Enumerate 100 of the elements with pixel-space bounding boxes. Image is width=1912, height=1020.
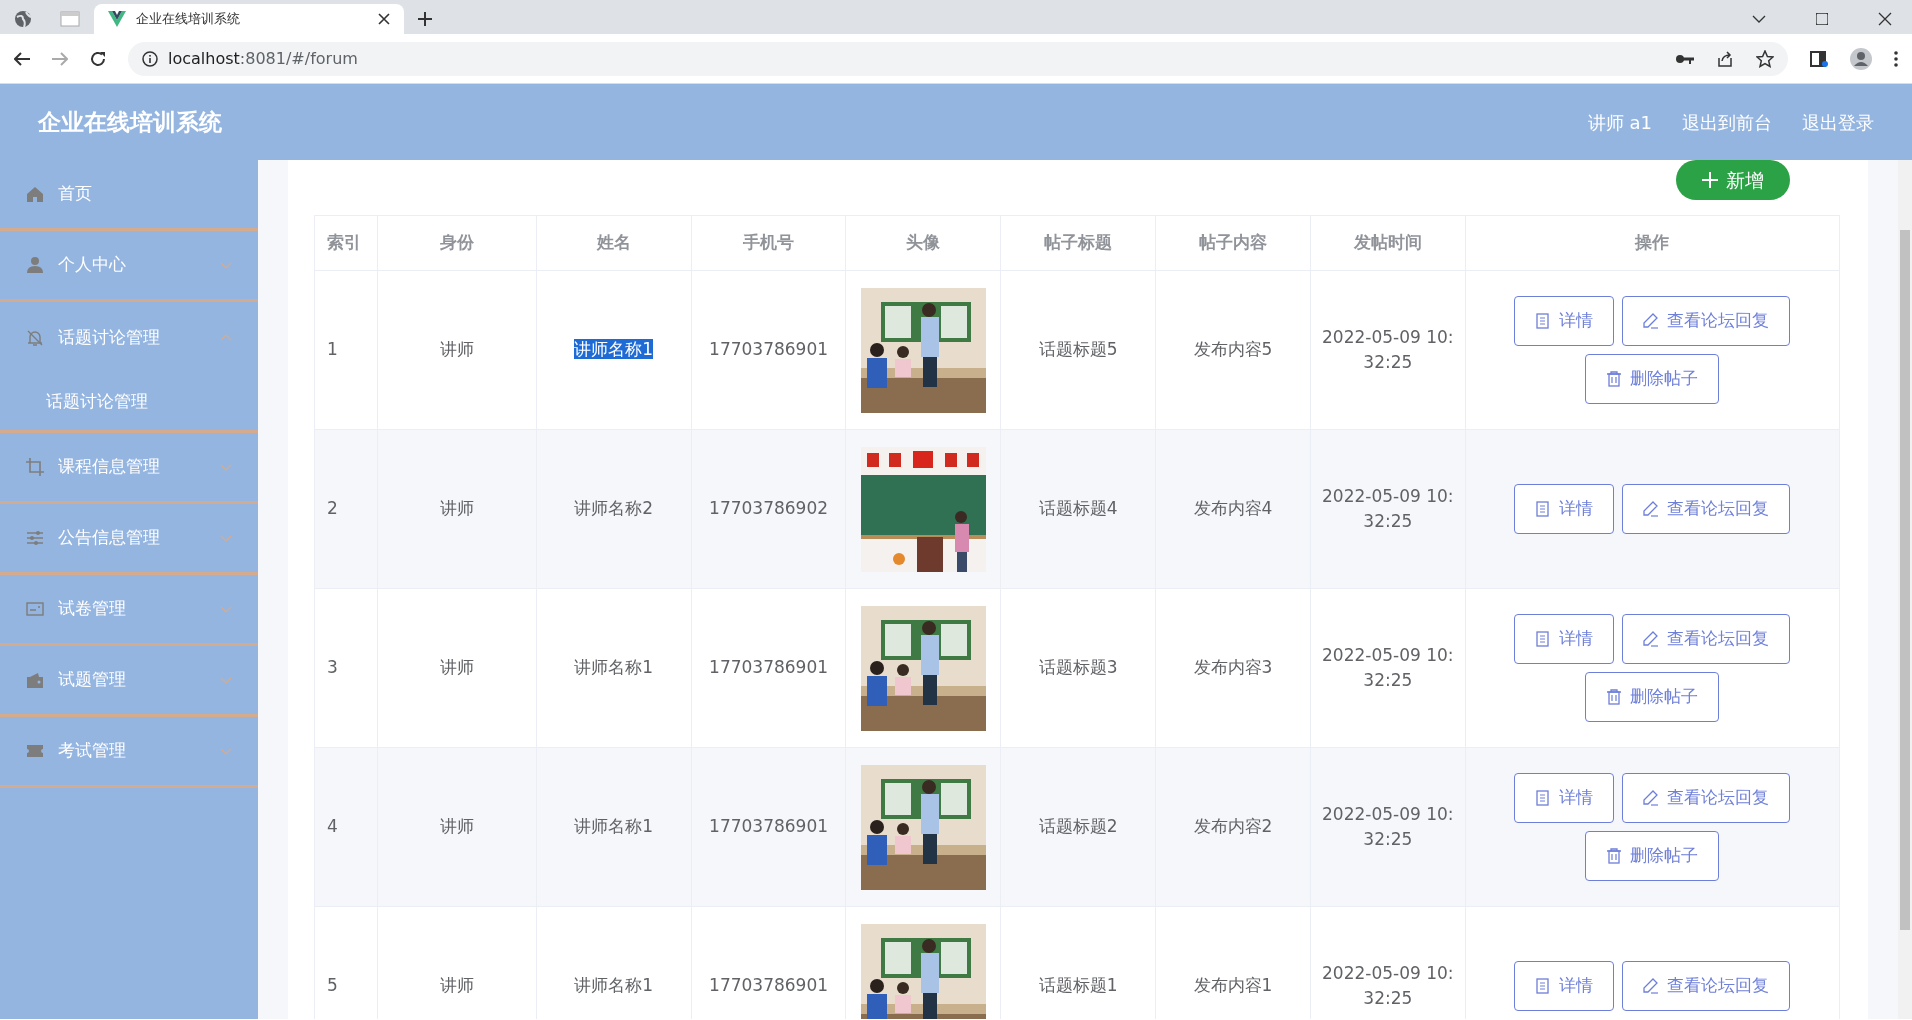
column-header: 操作 — [1465, 215, 1840, 271]
view-replies-button[interactable]: 查看论坛回复 — [1622, 296, 1791, 346]
view-replies-button[interactable]: 查看论坛回复 — [1622, 961, 1791, 1011]
table-cell: 17703786901 — [691, 747, 846, 907]
details-button[interactable]: 详情 — [1514, 961, 1615, 1011]
trash-icon — [1606, 371, 1623, 387]
table-cell: 话题标题5 — [1000, 270, 1156, 430]
header-link[interactable]: 退出到前台 — [1682, 108, 1772, 136]
wallet-icon — [26, 671, 44, 689]
pencil-icon — [1643, 790, 1660, 806]
details-button[interactable]: 详情 — [1514, 484, 1615, 534]
forward-icon — [52, 51, 68, 66]
header-link[interactable]: 讲师 a1 — [1587, 108, 1652, 136]
tab-title: 企业在线培训系统 — [136, 10, 241, 29]
table-cell: 2 — [314, 429, 378, 589]
profile-icon[interactable] — [1850, 47, 1872, 70]
pencil-icon — [1643, 631, 1660, 647]
close-icon[interactable] — [1878, 12, 1892, 26]
pencil-icon — [1643, 313, 1660, 329]
table-cell: 讲师 — [377, 270, 537, 430]
browser-tab[interactable]: 企业在线培训系统 — [94, 4, 404, 34]
id-card-icon — [26, 600, 44, 618]
delete-button[interactable]: 删除帖子 — [1585, 672, 1720, 722]
column-header: 帖子内容 — [1155, 215, 1311, 271]
minimize-icon[interactable] — [1816, 13, 1828, 25]
person-icon — [26, 256, 44, 274]
sidebar-icon[interactable] — [1810, 50, 1828, 67]
document-icon — [1535, 790, 1552, 806]
sliders-icon — [26, 529, 44, 547]
pencil-icon — [1643, 501, 1660, 517]
table-cell: 发布内容2 — [1155, 747, 1311, 907]
page-icon — [60, 11, 80, 27]
table-cell: 话题标题3 — [1000, 588, 1156, 748]
table-cell: 讲师名称1 — [536, 588, 692, 748]
document-icon — [1535, 501, 1552, 517]
time-text: 2022-05-09 10:32:25 — [1321, 802, 1454, 851]
view-replies-button[interactable]: 查看论坛回复 — [1622, 773, 1791, 823]
table-cell: 17703786901 — [691, 588, 846, 748]
plus-icon — [1702, 172, 1718, 188]
details-button[interactable]: 详情 — [1514, 773, 1615, 823]
time-text: 2022-05-09 10:32:25 — [1321, 961, 1454, 1010]
back-icon[interactable] — [14, 51, 30, 66]
table-cell: 1 — [314, 270, 378, 430]
view-replies-button[interactable]: 查看论坛回复 — [1622, 614, 1791, 664]
table-cell: 17703786901 — [691, 270, 846, 430]
table-cell: 话题标题4 — [1000, 429, 1156, 589]
column-header: 姓名 — [536, 215, 692, 271]
share-icon[interactable] — [1716, 49, 1734, 68]
scrollbar-thumb[interactable] — [1900, 230, 1910, 930]
info-icon — [142, 50, 158, 67]
pencil-icon — [1643, 978, 1660, 994]
table-cell: 17703786902 — [691, 429, 846, 589]
home-icon — [26, 185, 44, 203]
chevron-down-icon[interactable] — [1752, 15, 1766, 23]
reload-icon[interactable] — [90, 50, 106, 67]
table-cell: 讲师名称1 — [536, 747, 692, 907]
scrollbar[interactable] — [1898, 160, 1912, 1019]
details-button[interactable]: 详情 — [1514, 296, 1615, 346]
sidebar-item[interactable]: 话题讨论管理 — [0, 302, 258, 373]
table-cell: 3 — [314, 588, 378, 748]
column-header: 身份 — [377, 215, 537, 271]
delete-button[interactable]: 删除帖子 — [1585, 354, 1720, 404]
details-button[interactable]: 详情 — [1514, 614, 1615, 664]
bell-off-icon — [26, 328, 44, 347]
table-cell: 4 — [314, 747, 378, 907]
table-cell: 发布内容5 — [1155, 270, 1311, 430]
table-cell: 讲师 — [377, 747, 537, 907]
delete-button[interactable]: 删除帖子 — [1585, 831, 1720, 881]
view-replies-button[interactable]: 查看论坛回复 — [1622, 484, 1791, 534]
crop-icon — [26, 458, 44, 476]
time-text: 2022-05-09 10:32:25 — [1321, 325, 1454, 374]
document-icon — [1535, 313, 1552, 329]
time-text: 2022-05-09 10:32:25 — [1321, 484, 1454, 533]
add-button[interactable]: 新增 — [1676, 160, 1790, 200]
table-cell: 发布内容3 — [1155, 588, 1311, 748]
column-header: 手机号 — [691, 215, 846, 271]
trash-icon — [1606, 689, 1623, 705]
menu-icon[interactable] — [1894, 50, 1898, 67]
table-cell: 讲师 — [377, 588, 537, 748]
document-icon — [1535, 978, 1552, 994]
column-header: 帖子标题 — [1000, 215, 1156, 271]
table-cell: 5 — [314, 906, 378, 1019]
document-icon — [1535, 631, 1552, 647]
table-cell: 讲师 — [377, 429, 537, 589]
address-field[interactable]: localhost:8081/#/forum — [128, 41, 1788, 76]
column-header: 发帖时间 — [1310, 215, 1466, 271]
time-text: 2022-05-09 10:32:25 — [1321, 643, 1454, 692]
logo-icon — [108, 11, 126, 27]
url-text: localhost:8081/#/forum — [168, 47, 358, 70]
new-tab-icon[interactable] — [418, 12, 432, 26]
trash-icon — [1606, 848, 1623, 864]
close-icon[interactable] — [378, 13, 390, 25]
header-link[interactable]: 退出登录 — [1802, 108, 1874, 136]
table-cell: 话题标题2 — [1000, 747, 1156, 907]
column-header: 索引 — [314, 215, 378, 271]
app-title: 企业在线培训系统 — [38, 107, 222, 137]
column-header: 头像 — [845, 215, 1001, 271]
key-icon[interactable] — [1676, 53, 1694, 64]
globe-icon — [14, 10, 32, 28]
star-icon[interactable] — [1756, 49, 1774, 68]
